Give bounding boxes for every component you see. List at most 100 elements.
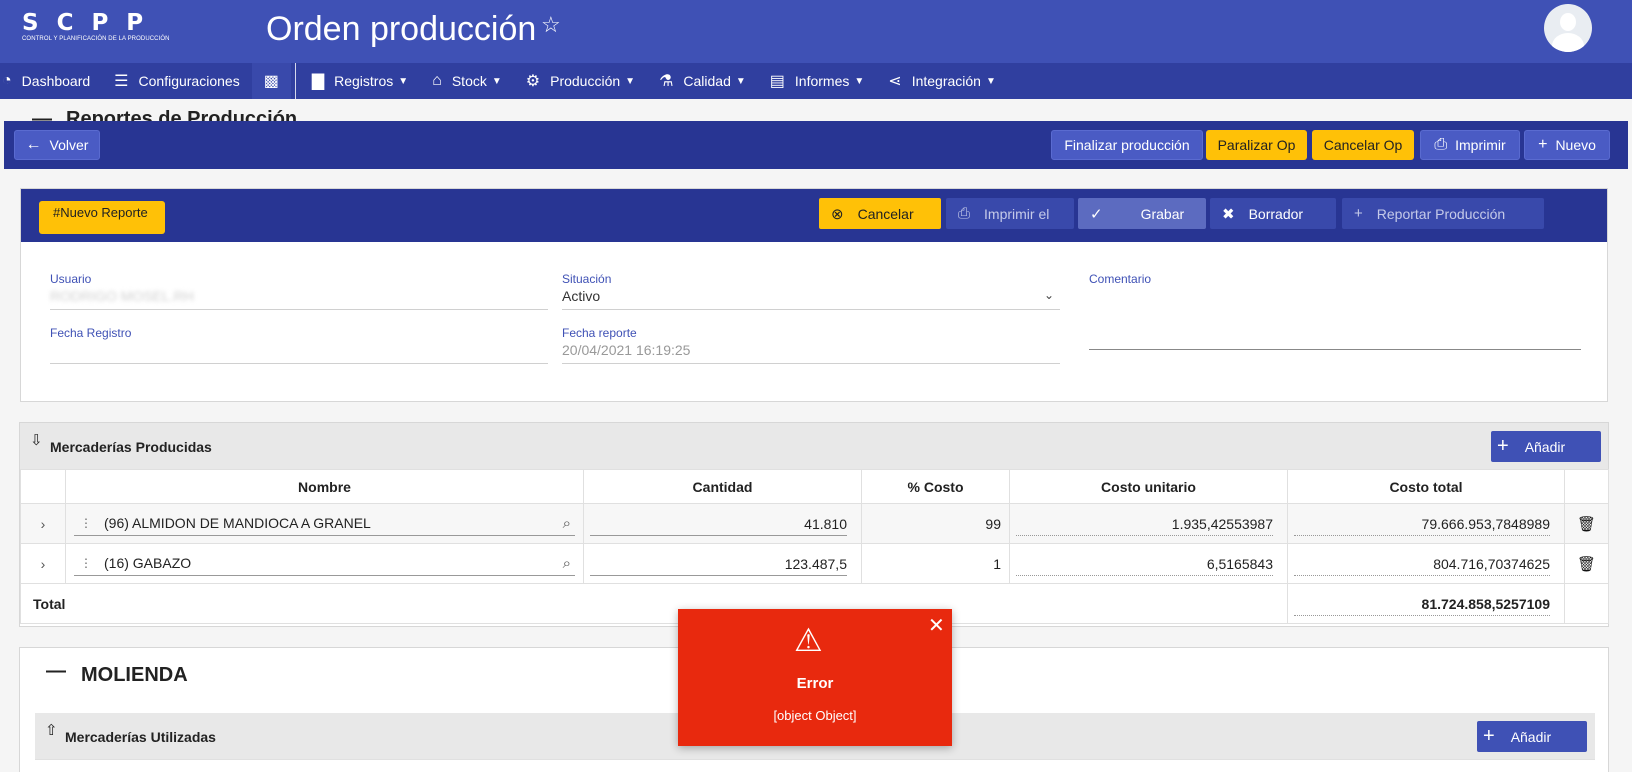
- nav-configuraciones[interactable]: ☰ Configuraciones: [102, 63, 252, 99]
- collapse-minus-icon[interactable]: —: [32, 104, 52, 122]
- nav-stock-label: Stock: [451, 73, 487, 89]
- report-print-button[interactable]: ⎙ Imprimir el: [946, 198, 1074, 229]
- used-add-button[interactable]: + Añadir: [1477, 721, 1587, 752]
- col-actions: [1564, 469, 1609, 504]
- nav-separator: [294, 63, 296, 99]
- cantidad-input[interactable]: 41.810: [590, 512, 847, 536]
- report-print-label: Imprimir el: [984, 205, 1050, 222]
- close-icon[interactable]: ✕: [928, 613, 945, 638]
- report-save-button[interactable]: ✓ Grabar: [1078, 198, 1206, 229]
- chevron-down-icon: ▼: [985, 75, 996, 87]
- nombre-input[interactable]: ⋮ (16) GABAZO ⌕: [74, 552, 575, 576]
- star-outline-icon[interactable]: ☆: [541, 12, 561, 38]
- report-production-button[interactable]: + Reportar Producción: [1342, 198, 1544, 229]
- main-nav: ◔ Dashboard ☰ Configuraciones ▩ ▇ Regist…: [0, 63, 1632, 99]
- comentario-textarea[interactable]: [1089, 288, 1581, 350]
- report-draft-label: Borrador: [1248, 205, 1304, 222]
- collapse-minus-icon[interactable]: —: [46, 660, 66, 683]
- kebab-menu-icon[interactable]: ⋮: [80, 556, 92, 570]
- new-button-label: Nuevo: [1555, 137, 1596, 153]
- avatar-body: [1552, 33, 1584, 52]
- finalize-production-button[interactable]: Finalizar producción: [1051, 130, 1203, 160]
- nav-informes[interactable]: ▤ Informes ▼: [758, 63, 877, 99]
- print-button[interactable]: ⎙ Imprimir: [1420, 130, 1520, 160]
- report-draft-button[interactable]: ✖ Borrador: [1210, 198, 1336, 229]
- nombre-input[interactable]: ⋮ (96) ALMIDON DE MANDIOCA A GRANEL ⌕: [74, 512, 575, 536]
- cancel-op-button[interactable]: Cancelar Op: [1312, 130, 1414, 160]
- costo-unit-cell: 1.935,42553987: [1009, 503, 1288, 544]
- produced-add-label: Añadir: [1524, 438, 1566, 455]
- section-title-reportes: Reportes de Producción: [66, 108, 298, 122]
- pause-op-button[interactable]: Paralizar Op: [1206, 130, 1307, 160]
- produced-add-button[interactable]: + Añadir: [1491, 431, 1601, 462]
- table-header-row: Nombre Cantidad % Costo Costo unitario C…: [20, 469, 1609, 504]
- new-report-tag: #Nuevo Reporte: [39, 201, 165, 234]
- user-avatar-icon[interactable]: [1544, 4, 1592, 52]
- print-button-label: Imprimir: [1455, 137, 1506, 153]
- back-button[interactable]: ← Volver: [14, 130, 100, 160]
- plus-icon: +: [1538, 136, 1548, 153]
- nav-registros[interactable]: ▇ Registros ▼: [300, 63, 420, 99]
- flask-icon: ⚗: [659, 73, 674, 90]
- error-toast-title: Error: [796, 675, 834, 692]
- nav-registros-label: Registros: [334, 73, 394, 89]
- boxes-icon: ▩: [263, 73, 279, 90]
- trash-icon[interactable]: 🗑: [1564, 543, 1609, 584]
- produced-goods-card: ⇩ Mercaderías Producidas + Añadir Nombre…: [19, 422, 1609, 627]
- page-title: Orden producción: [266, 10, 537, 48]
- costo-unit-cell: 6,5165843: [1009, 543, 1288, 584]
- share-icon: ⋖: [888, 73, 902, 90]
- kebab-menu-icon[interactable]: ⋮: [80, 516, 92, 530]
- report-panel: #Nuevo Reporte ⊗ Cancelar ⎙ Imprimir el …: [20, 188, 1608, 402]
- costo-total-cell: 804.716,70374625: [1287, 543, 1565, 584]
- chevron-down-icon: ▼: [491, 75, 502, 87]
- box-download-icon: ⇩: [30, 432, 43, 449]
- expand-row-button[interactable]: ›: [20, 503, 66, 544]
- usuario-field[interactable]: RODRIGO MOSEL.RH: [50, 288, 548, 310]
- check-icon: ✓: [1090, 205, 1103, 223]
- nav-integracion[interactable]: ⋖ Integración ▼: [876, 63, 1008, 99]
- produced-goods-title: Mercaderías Producidas: [50, 439, 212, 455]
- nav-boxes[interactable]: ▩: [251, 63, 291, 99]
- col-nombre: Nombre: [65, 469, 584, 504]
- nombre-cell: ⋮ (96) ALMIDON DE MANDIOCA A GRANEL ⌕: [65, 503, 584, 544]
- nav-integracion-label: Integración: [911, 73, 981, 89]
- used-goods-title: Mercaderías Utilizadas: [65, 729, 216, 745]
- nombre-value: (16) GABAZO: [104, 555, 192, 571]
- fecha-reporte-label: Fecha reporte: [562, 326, 637, 340]
- report-cancel-button[interactable]: ⊗ Cancelar: [819, 198, 941, 229]
- total-empty-cell: [1564, 583, 1609, 624]
- gear-icon: ⚙: [525, 73, 541, 90]
- produced-goods-header: ⇩ Mercaderías Producidas + Añadir: [20, 423, 1608, 469]
- report-production-label: Reportar Producción: [1376, 205, 1506, 222]
- nav-dashboard-label: Dashboard: [21, 73, 91, 89]
- fecha-registro-field[interactable]: [50, 342, 548, 364]
- table-row: › ⋮ (96) ALMIDON DE MANDIOCA A GRANEL ⌕ …: [20, 503, 1609, 544]
- nav-calidad[interactable]: ⚗ Calidad ▼: [647, 63, 758, 99]
- nav-produccion[interactable]: ⚙ Producción ▼: [514, 63, 647, 99]
- new-button[interactable]: + Nuevo: [1524, 130, 1610, 160]
- sliders-icon: ☰: [114, 73, 129, 90]
- cantidad-input[interactable]: 123.487,5: [590, 552, 847, 576]
- tools-icon: ✖: [1222, 205, 1235, 223]
- nav-informes-label: Informes: [794, 73, 850, 89]
- nav-stock[interactable]: ⌂ Stock ▼: [420, 63, 514, 99]
- finalize-production-label: Finalizar producción: [1064, 137, 1190, 153]
- col-costo-total: Costo total: [1287, 469, 1565, 504]
- fecha-reporte-field[interactable]: 20/04/2021 16:19:25: [562, 342, 1060, 364]
- costo-total-value: 804.716,70374625: [1294, 552, 1550, 576]
- expand-row-button[interactable]: ›: [20, 543, 66, 584]
- situacion-select[interactable]: Activo ⌄: [562, 288, 1060, 310]
- search-icon[interactable]: ⌕: [563, 515, 571, 532]
- search-icon[interactable]: ⌕: [563, 555, 571, 572]
- nombre-cell: ⋮ (16) GABAZO ⌕: [65, 543, 584, 584]
- chevron-down-icon: ▼: [854, 75, 865, 87]
- trash-icon[interactable]: 🗑: [1564, 503, 1609, 544]
- printer-icon: ⎙: [1434, 136, 1448, 153]
- costo-unit-value: 1.935,42553987: [1016, 512, 1273, 536]
- nav-dashboard[interactable]: ◔ Dashboard: [0, 63, 102, 99]
- avatar-head: [1560, 13, 1576, 31]
- action-bar: ← Volver Finalizar producción Paralizar …: [4, 121, 1628, 169]
- error-toast-message: [object Object]: [773, 708, 857, 723]
- app-logo[interactable]: SCPP CONTROL Y PLANIFICACIÓN DE LA PRODU…: [22, 12, 170, 43]
